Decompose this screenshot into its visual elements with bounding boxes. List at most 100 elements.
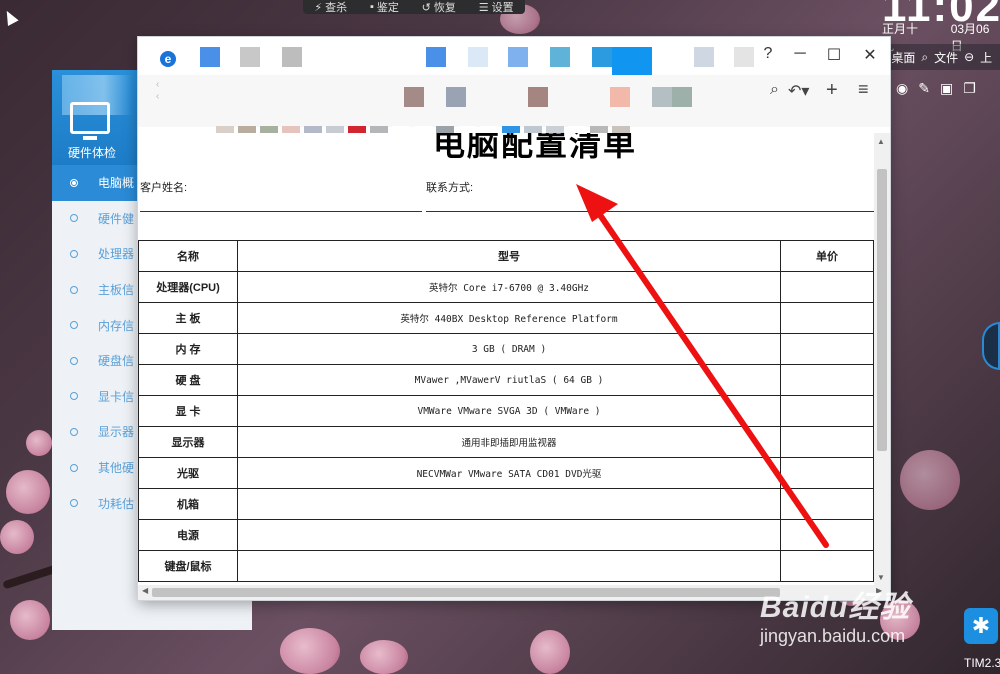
minimize-button[interactable]: ─ [788, 45, 812, 63]
mosaic-block [694, 47, 714, 67]
monitor-icon [70, 102, 110, 140]
blossom [6, 470, 50, 514]
row-name: 显 卡 [138, 395, 238, 427]
upload-button[interactable]: 上 [980, 49, 992, 66]
tim-app-icon[interactable]: ✱ [964, 608, 998, 644]
files-button[interactable]: 文件 [934, 49, 958, 66]
copy-icon[interactable]: ❐ [963, 80, 976, 97]
row-model [237, 488, 781, 520]
row-name: 键盘/鼠标 [138, 550, 238, 582]
back-arrow-icon[interactable]: ‹ [156, 79, 159, 90]
close-button[interactable]: ✕ [858, 45, 882, 65]
table-row: 显示器 通用非即插即用监视器 [138, 426, 874, 458]
undo-icon[interactable]: ↶▾ [788, 81, 809, 101]
toolbar-item-restore[interactable]: ↺ 恢复 [422, 0, 456, 15]
radio-dot-icon [70, 321, 78, 330]
row-model [237, 550, 781, 582]
table-row: 机箱 [138, 488, 874, 520]
mosaic-block [468, 47, 488, 67]
row-price [780, 395, 874, 427]
toolbar-item-settings[interactable]: ☰ 设置 [479, 0, 514, 15]
horizontal-scroll-thumb[interactable] [152, 588, 780, 597]
table-row: 主 板英特尔 440BX Desktop Reference Platform [138, 302, 874, 334]
scroll-left-icon[interactable]: ◀ [142, 586, 148, 595]
blossom [0, 520, 34, 554]
contact-line [426, 211, 874, 212]
row-price [780, 488, 874, 520]
col-header-price: 单价 [780, 240, 874, 272]
radio-dot-icon [70, 178, 78, 187]
row-name: 处理器(CPU) [138, 271, 238, 303]
grid-icon[interactable]: ▣ [940, 80, 953, 97]
col-header-name: 名称 [138, 240, 238, 272]
vertical-scroll-thumb[interactable] [877, 169, 887, 451]
shield-icon: ▪ [369, 1, 374, 13]
toolbar-item-identify[interactable]: ▪ 鉴定 [370, 0, 399, 15]
maximize-button[interactable]: ☐ [822, 45, 846, 65]
radio-dot-icon [70, 249, 78, 258]
row-price [780, 271, 874, 303]
toolbar-item-scan[interactable]: ⚡ 查杀 [314, 0, 347, 15]
row-model: 通用非即插即用监视器 [237, 426, 781, 458]
document-title: 电脑配置清单 [433, 133, 638, 163]
settings-icon: ☰ [478, 1, 489, 14]
mosaic-block [426, 47, 446, 67]
browser-toolbar: ‹ ‹ ⌕ ↶▾ + ≡ [138, 75, 890, 127]
desktop-button[interactable]: 桌面 [891, 49, 915, 66]
row-name: 电源 [138, 519, 238, 551]
blossom [10, 600, 50, 640]
blossom [26, 430, 52, 456]
table-row: 电源 [138, 519, 874, 551]
mosaic-block [508, 47, 528, 67]
row-model: MVawer ,MVawerV riutlaS ( 64 GB ) [237, 364, 781, 396]
floating-ball[interactable] [982, 322, 1000, 370]
menu-icon[interactable]: ≡ [858, 79, 869, 100]
table-header-row: 名称 型号 单价 [138, 240, 874, 272]
document-page: 电脑配置清单 客户姓名: 联系方式: 名称 型号 单价 处理器(CPU) 英特尔 … [138, 133, 874, 585]
spec-table: 名称 型号 单价 处理器(CPU) 英特尔 Core i7-6700 @ 3.40… [138, 240, 874, 582]
scroll-down-icon[interactable]: ▼ [877, 573, 885, 582]
scroll-up-icon[interactable]: ▲ [877, 137, 885, 146]
bolt-icon: ⚡ [314, 1, 323, 14]
vertical-scrollbar[interactable]: ▲ ▼ [874, 133, 890, 585]
blossom [360, 640, 408, 674]
pin-icon[interactable]: ? [756, 45, 780, 63]
blossom [280, 628, 340, 674]
search-icon: ⌕ [921, 49, 929, 64]
row-model: 3 GB ( DRAM ) [237, 333, 781, 365]
row-name: 光驱 [138, 457, 238, 489]
radio-dot-icon [70, 463, 78, 472]
bookmark-strip [216, 126, 630, 133]
row-name: 显示器 [138, 426, 238, 458]
row-price [780, 364, 874, 396]
search-icon[interactable]: ⌕ [770, 81, 779, 99]
forward-arrow-icon[interactable]: ‹ [156, 91, 159, 102]
radio-dot-icon [70, 392, 78, 401]
radio-dot-icon [70, 499, 78, 508]
ie-icon: e [160, 51, 176, 67]
radio-dot-icon [70, 356, 78, 365]
blossom [530, 630, 570, 674]
row-price [780, 333, 874, 365]
row-model: VMWare VMware SVGA 3D ( VMWare ) [237, 395, 781, 427]
edit-icon[interactable]: ✎ [918, 80, 930, 97]
row-name: 主 板 [138, 302, 238, 334]
row-price [780, 426, 874, 458]
row-model [237, 519, 781, 551]
row-model: NECVMWar VMware SATA CD01 DVD光驱 [237, 457, 781, 489]
browser-titlebar: e ? ─ ☐ ✕ [138, 37, 890, 87]
customer-name-line [140, 211, 422, 212]
tim-app-label: TIM2.3 [964, 656, 1000, 670]
mosaic-block [200, 47, 220, 67]
mosaic-block [592, 47, 612, 67]
baidu-watermark: Baidu经验 jingyan.baidu.com [760, 582, 910, 647]
radio-dot-icon [70, 427, 78, 436]
eye-icon[interactable]: ◉ [896, 80, 908, 97]
add-icon[interactable]: + [826, 79, 838, 102]
watermark-url: jingyan.baidu.com [760, 626, 906, 646]
blossom [900, 450, 960, 510]
desktop-toolbar: ◉ ✎ ▣ ❐ [890, 74, 1000, 102]
mouse-cursor [1, 8, 19, 26]
table-row: 键盘/鼠标 [138, 550, 874, 582]
customer-name-label: 客户姓名: [140, 182, 188, 194]
